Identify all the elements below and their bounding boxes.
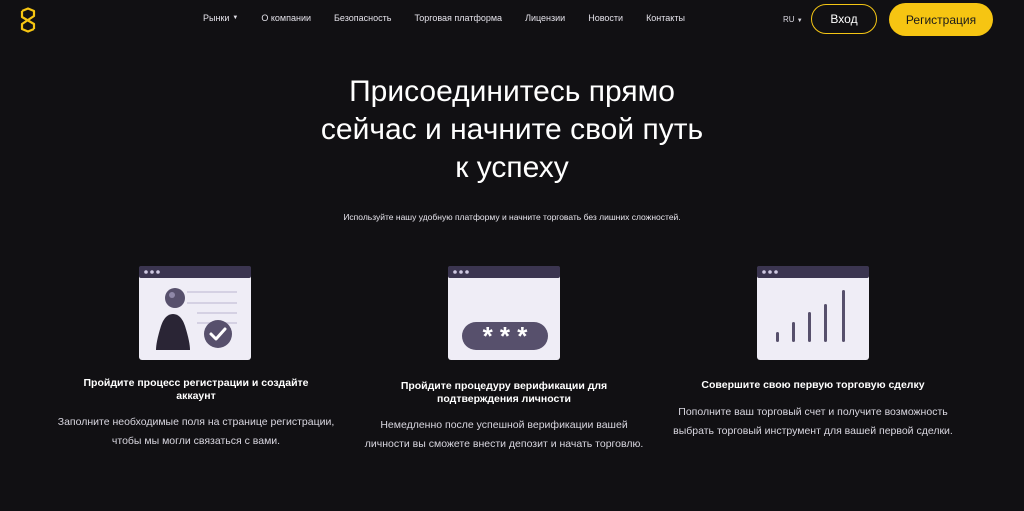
bar-chart-window-icon <box>757 266 869 360</box>
step-description: Пополните ваш торговый счет и получите в… <box>673 406 953 437</box>
chevron-down-icon: ▼ <box>796 18 803 24</box>
language-selector[interactable]: RU ▼ <box>783 15 803 24</box>
step-title: Совершите свою первую торговую сделку <box>701 379 925 391</box>
nav-item-licenses[interactable]: Лицензии <box>525 13 565 23</box>
hero-title-line: Присоединитесь прямо <box>349 75 675 108</box>
nav-item-platform[interactable]: Торговая платформа <box>414 13 502 23</box>
hero-title-line: сейчас и начните свой путь <box>320 113 704 146</box>
nav-item-markets[interactable]: Рынки ▼ <box>203 13 238 23</box>
registration-window-icon <box>139 266 251 360</box>
chevron-down-icon: ▼ <box>232 15 239 21</box>
nav-item-about[interactable]: О компании <box>261 13 311 23</box>
step-description: Немедленно после успешной верификации ва… <box>364 419 644 450</box>
nav-item-news[interactable]: Новости <box>588 13 623 23</box>
logo-icon[interactable] <box>16 7 40 33</box>
hero-title: Присоединитесь прямо сейчас и начните св… <box>262 73 762 187</box>
hero-title-line: к успеху <box>455 151 569 184</box>
password-window-icon: * * * <box>448 266 560 360</box>
nav-item-contacts[interactable]: Контакты <box>646 13 685 23</box>
site-header: Рынки ▼ О компании Безопасность Торговая … <box>0 0 1024 38</box>
register-button[interactable]: Регистрация <box>889 3 993 36</box>
step-description: Заполните необходимые поля на странице р… <box>57 416 335 447</box>
login-button[interactable]: Вход <box>811 4 877 34</box>
step-title: Пройдите процедуру верификации для подтв… <box>400 380 608 405</box>
main-nav: Рынки ▼ О компании Безопасность Торговая … <box>203 13 708 23</box>
nav-item-security[interactable]: Безопасность <box>334 13 391 23</box>
step-title: Пройдите процесс регистрации и создайте … <box>83 377 309 402</box>
svg-text:* * *: * * * <box>483 321 529 351</box>
hero-subtitle: Используйте нашу удобную платформу и нач… <box>343 212 681 222</box>
